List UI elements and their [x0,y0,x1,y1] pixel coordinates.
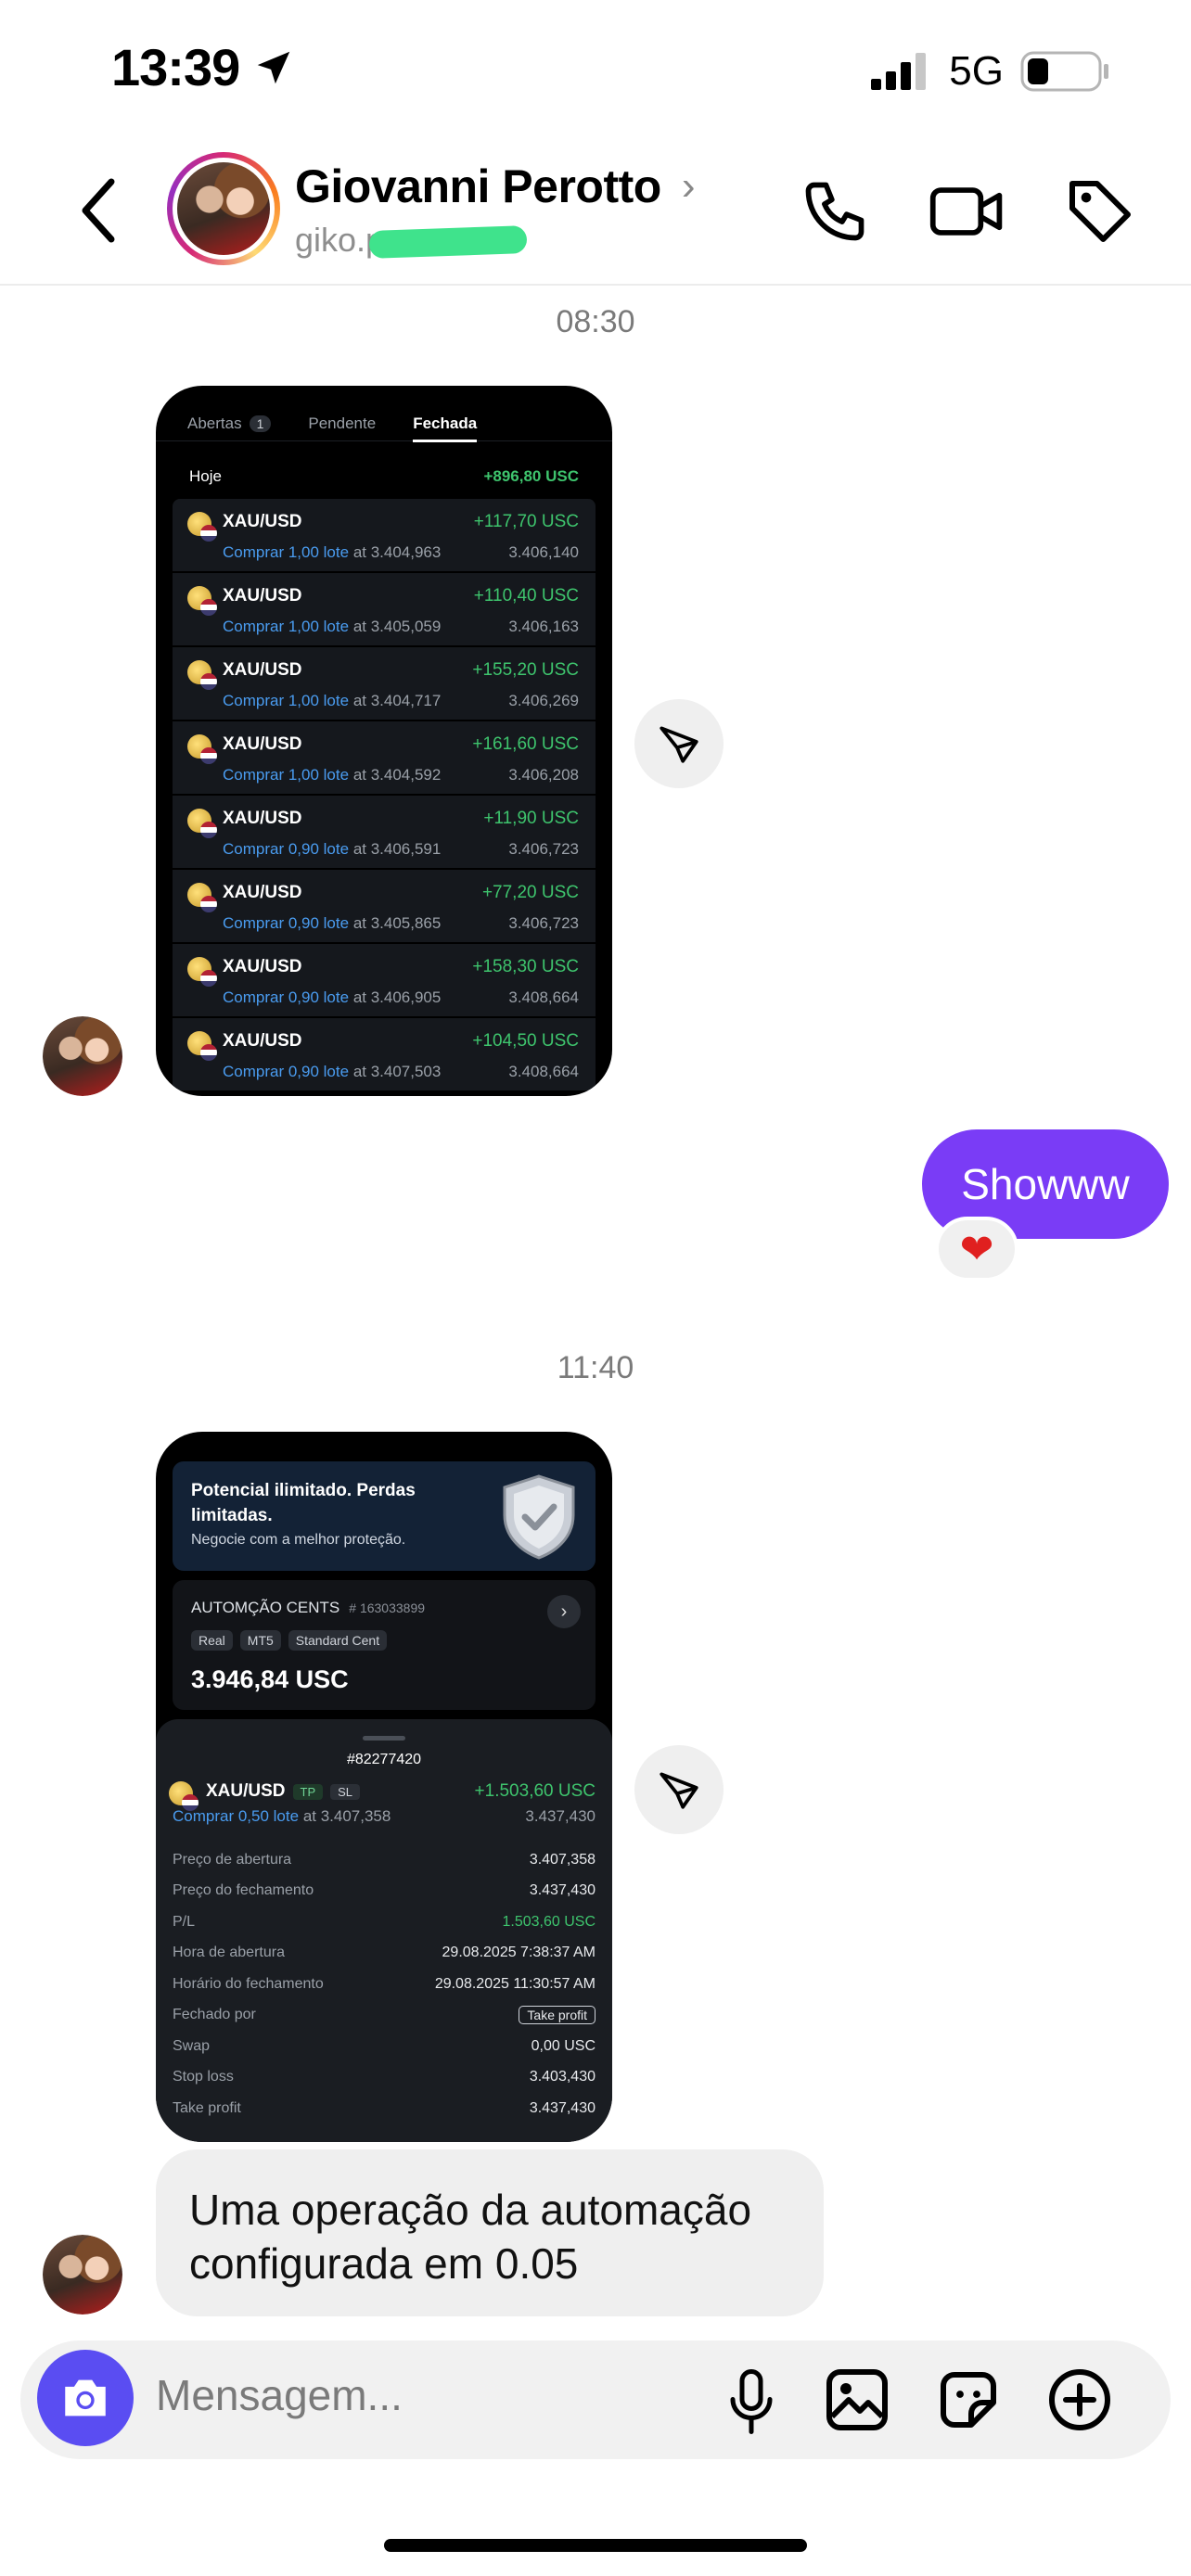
received-message-bubble[interactable]: Uma operação da automação configurada em… [156,2149,824,2316]
xauusd-icon [187,1031,217,1061]
send-icon [660,1772,698,1809]
heart-reaction[interactable]: ❤ [935,1217,1018,1282]
shared-screenshot-trade-detail[interactable]: Potencial ilimitado. Perdas limitadas. N… [156,1432,612,2142]
account-card: AUTOMÇÃO CENTS # 163033899 Real MT5 Stand… [173,1580,596,1710]
detail-row: Preço de abertura 3.407,358 [173,1851,596,1868]
tab-pendente: Pendente [308,414,377,432]
timestamp: 11:40 [557,1350,634,1385]
message-input[interactable]: Mensagem... [156,2370,403,2420]
trade-row: XAU/USD Comprar 1,00 lote at 3.405,059 +11… [173,573,596,647]
detail-row: Stop loss 3.403,430 [173,2069,596,2085]
account-id: # 163033899 [349,1600,426,1615]
profile-avatar[interactable] [167,152,280,265]
gallery-icon[interactable] [824,2366,890,2433]
send-icon [660,726,698,763]
home-indicator[interactable] [384,2539,807,2552]
sender-avatar[interactable] [43,1016,122,1096]
detail-row: P/L 1.503,60 USC [173,1913,596,1930]
tab-abertas: Abertas 1 [187,406,272,441]
status-time-text: 13:39 [111,38,240,96]
xauusd-icon [187,734,217,764]
detail-trade-header: XAU/USD TP SL +1.503,60 USC Comprar 0,50… [156,1774,612,1833]
xauusd-icon [187,883,217,912]
trades-tabs: Abertas 1 Pendente Fechada [156,386,612,442]
contact-name: Giovanni Perotto [295,160,661,212]
share-button[interactable] [634,699,724,788]
promo-title: Potencial ilimitado. Perdas limitadas. [191,1481,416,1525]
detail-list: Preço de abertura 3.407,358 Preço do fech… [156,1844,612,2124]
trade-row: XAU/USD Comprar 0,90 lote at 3.407,503 +10… [173,1018,596,1092]
trade-row: XAU/USD Comprar 0,90 lote at 3.406,905 +15… [173,944,596,1018]
trade-detail-sheet: #82277420 XAU/USD TP SL +1.503,60 USC Co… [156,1719,612,2142]
avatar-photo [177,162,270,255]
shield-check-icon [503,1474,575,1560]
account-balance: 3.946,84 USC [191,1665,349,1693]
account-name: AUTOMÇÃO CENTS [191,1599,340,1616]
chevron-right-icon: › [681,163,696,209]
detail-row: Fechado por Take profit [156,2000,612,2032]
promo-banner: Potencial ilimitado. Perdas limitadas. N… [173,1461,596,1571]
xauusd-icon [187,809,217,838]
network-type: 5G [949,48,1004,94]
detail-row: Horário do fechamento 29.08.2025 11:30:57… [173,1975,596,1992]
add-icon[interactable] [1046,2366,1113,2433]
header-divider [0,284,1191,286]
trade-row: XAU/USD Comprar 1,00 lote at 3.404,963 +11… [173,499,596,573]
trade-row: XAU/USD Comprar 1,00 lote at 3.404,592 +16… [173,721,596,796]
day-summary: Hoje +896,80 USC [156,441,612,499]
trade-list: XAU/USD Comprar 1,00 lote at 3.404,963 +11… [156,499,612,1092]
contact-name-row[interactable]: Giovanni Perotto › [295,159,695,213]
tab-fechada: Fechada [413,406,477,442]
day-label: Hoje [189,467,222,485]
detail-row: Swap 0,00 USC [173,2037,596,2054]
xauusd-icon [187,957,217,987]
status-time: 13:39 [111,37,295,97]
status-indicators: 5G [869,48,1111,95]
ticket-number: #82277420 [346,1752,422,1767]
detail-row: Hora de abertura 29.08.2025 7:38:37 AM [173,1945,596,1961]
account-chips: Real MT5 Standard Cent [191,1630,577,1651]
trade-row: XAU/USD Comprar 0,90 lote at 3.405,865 +77… [173,870,596,944]
tag-icon[interactable] [1063,174,1137,249]
xauusd-icon [187,660,217,690]
back-icon[interactable] [80,178,117,243]
trade-row: XAU/USD Comprar 1,00 lote at 3.404,717 +15… [173,647,596,721]
camera-icon [65,2379,106,2417]
shared-screenshot-trades[interactable]: Abertas 1 Pendente Fechada Hoje +896,80 U… [156,386,612,1096]
chevron-right-icon: › [547,1595,581,1628]
xauusd-icon [187,586,217,616]
phone-icon[interactable] [800,176,870,247]
trade-row: XAU/USD Comprar 0,90 lote at 3.406,591 +11… [173,796,596,870]
sheet-grabber [363,1736,405,1741]
camera-button[interactable] [37,2350,134,2446]
xauusd-icon [187,512,217,542]
microphone-icon[interactable] [724,2366,779,2437]
day-total: +896,80 USC [483,467,579,485]
share-button[interactable] [634,1745,724,1834]
xauusd-icon [169,1781,198,1811]
battery-icon [1020,51,1108,92]
detail-row: Preço do fechamento 3.437,430 [173,1882,596,1899]
location-arrow-icon [257,51,290,83]
sticker-icon[interactable] [935,2366,1002,2433]
timestamp: 08:30 [556,304,635,339]
redaction-scribble [368,225,528,259]
video-call-icon[interactable] [928,178,1007,245]
sender-avatar[interactable] [43,2235,122,2315]
detail-row: Take profit 3.437,430 [173,2099,596,2116]
signal-icon [871,53,927,90]
